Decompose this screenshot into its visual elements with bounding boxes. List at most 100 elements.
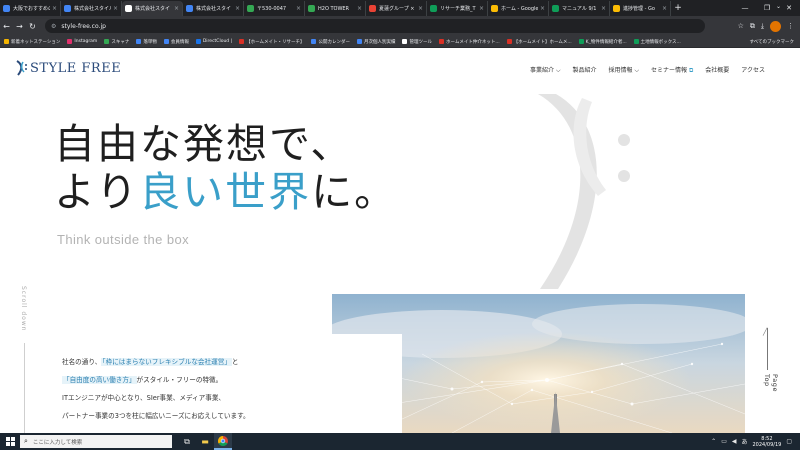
- tab-favicon-icon: [491, 5, 498, 12]
- tab-close-icon[interactable]: ×: [662, 5, 667, 12]
- bookmark-item[interactable]: 【ホームメイト】ホームメ...: [506, 39, 572, 45]
- bookmark-label: K_物件情報紹介者...: [585, 39, 627, 45]
- tab-close-icon[interactable]: ×: [113, 5, 118, 12]
- tab-close-icon[interactable]: ×: [418, 5, 423, 12]
- url-text: style-free.co.jp: [61, 22, 106, 30]
- browser-tab[interactable]: ホーム - Google ×: [488, 1, 549, 16]
- bookmark-item[interactable]: Instagram: [67, 39, 97, 44]
- bookmark-item[interactable]: 公開カレンダー: [311, 39, 350, 45]
- tab-close-icon[interactable]: ×: [357, 5, 362, 12]
- browser-tab[interactable]: 株式会社スタイ ×: [183, 1, 244, 16]
- menu-icon[interactable]: ⋮: [787, 22, 794, 30]
- browser-tab[interactable]: H2O TOWER ×: [305, 1, 366, 16]
- browser-tab[interactable]: 進捗管理 - Go ×: [610, 1, 671, 16]
- notification-icon[interactable]: ▢: [786, 438, 792, 445]
- volume-icon[interactable]: ◀: [732, 438, 737, 445]
- all-bookmarks[interactable]: すべてのブックマーク: [749, 39, 794, 45]
- bookmark-label: Instagram: [74, 39, 98, 44]
- browser-tab[interactable]: 株式会社スタイル ×: [61, 1, 122, 16]
- intro-paragraph: 社名の通り、「枠にはまらないフレキシブルな会社運営」と 「自由度の高い働き方」が…: [62, 353, 250, 425]
- bookmark-label: 管理ツール: [409, 39, 432, 45]
- nav-item-business[interactable]: 事業紹介 ⌵: [530, 65, 561, 75]
- site-logo[interactable]: STYLE FREE: [14, 60, 121, 76]
- task-view-icon[interactable]: ⧉: [178, 433, 196, 450]
- taskbar-search-box[interactable]: ⌕ ここに入力して検索: [20, 435, 172, 448]
- site-info-icon[interactable]: ⚙: [51, 23, 56, 30]
- forward-icon[interactable]: →: [13, 22, 26, 31]
- bookmark-item[interactable]: 月次個人別実績: [356, 39, 395, 45]
- bookmark-label: 会員情報: [170, 39, 189, 45]
- bookmark-item[interactable]: 新着ネットステーション: [4, 39, 60, 45]
- window-controls: — ❐ ✕: [734, 0, 800, 16]
- bookmark-item[interactable]: 土地情報ボックス...: [633, 39, 681, 45]
- tab-favicon-icon: [430, 5, 437, 12]
- profile-avatar[interactable]: [770, 20, 781, 32]
- nav-item-company[interactable]: 会社概要: [705, 65, 729, 75]
- nav-item-products[interactable]: 製品紹介: [573, 65, 597, 75]
- chrome-icon[interactable]: [214, 433, 232, 450]
- tab-close-icon[interactable]: ×: [52, 5, 57, 12]
- network-icon[interactable]: ▭: [721, 438, 727, 445]
- chevron-up-icon[interactable]: ⌃: [711, 438, 716, 445]
- maximize-icon[interactable]: ❐: [756, 0, 778, 16]
- nav-label: 事業紹介: [530, 67, 555, 74]
- extensions-icon[interactable]: ⧉: [750, 22, 755, 31]
- system-tray: ⌃ ▭ ◀ あ 8:52 2024/09/19 ▢: [711, 436, 800, 448]
- address-bar[interactable]: ⚙ style-free.co.jp: [45, 19, 705, 33]
- bookmark-item[interactable]: スキャナ: [104, 39, 129, 45]
- ime-icon[interactable]: あ: [741, 437, 747, 446]
- bookmark-item[interactable]: 落単物: [136, 39, 157, 45]
- clock[interactable]: 8:52 2024/09/19: [753, 436, 782, 448]
- nav-item-recruit[interactable]: 採用情報 ⌵: [609, 65, 640, 75]
- page-top-label: Page Top: [763, 374, 779, 393]
- file-explorer-icon[interactable]: ▬: [196, 433, 214, 450]
- tab-favicon-icon: [247, 5, 254, 12]
- bookmark-item[interactable]: 管理ツール: [402, 39, 432, 45]
- tab-close-icon[interactable]: ×: [601, 5, 606, 12]
- browser-tab[interactable]: 〒530-0047 ×: [244, 1, 305, 16]
- bookmark-label: 【ホームメイト】ホームメ...: [513, 39, 572, 45]
- nav-item-seminar[interactable]: セミナー情報 ⧉: [651, 65, 693, 75]
- background-logo-mark: [538, 94, 630, 289]
- reload-icon[interactable]: ↻: [26, 22, 39, 31]
- bookmark-label: ホームメイト仲介ネット...: [445, 39, 500, 45]
- browser-tab[interactable]: 大阪でおすすめの ×: [0, 1, 61, 16]
- intro-line-1: 社名の通り、「枠にはまらないフレキシブルな会社運営」と: [62, 353, 250, 371]
- hero-line-1: 自由な発想で、: [54, 120, 354, 168]
- bookmark-label: 新着ネットステーション: [11, 39, 61, 45]
- browser-tab[interactable]: 株式会社スタイ ×: [122, 1, 183, 16]
- bookmark-star-icon[interactable]: ☆: [738, 22, 744, 30]
- nav-item-access[interactable]: アクセス: [741, 65, 765, 75]
- tab-close-icon[interactable]: ×: [479, 5, 484, 12]
- bookmark-label: スキャナ: [111, 39, 130, 45]
- bookmark-favicon-icon: [356, 39, 362, 44]
- bookmark-item[interactable]: DirectCloud |: [195, 39, 233, 44]
- bookmark-item[interactable]: K_物件情報紹介者...: [578, 39, 627, 45]
- nav-label: 採用情報: [608, 67, 633, 74]
- bookmark-label: DirectCloud |: [202, 39, 233, 44]
- bookmark-item[interactable]: 会員情報: [163, 39, 189, 45]
- bookmark-item[interactable]: ホームメイト仲介ネット...: [438, 39, 500, 45]
- tab-close-icon[interactable]: ×: [235, 5, 240, 12]
- web-page: STYLE FREE 事業紹介 ⌵ 製品紹介 採用情報 ⌵ セミナー情報 ⧉ 会…: [0, 48, 800, 433]
- tab-close-icon[interactable]: ×: [174, 5, 179, 12]
- back-icon[interactable]: ←: [0, 22, 13, 31]
- minimize-icon[interactable]: —: [734, 0, 756, 16]
- tab-close-icon[interactable]: ×: [296, 5, 301, 12]
- tab-title: ホーム - Google: [501, 6, 538, 12]
- windows-start-icon[interactable]: [0, 433, 20, 450]
- bookmark-item[interactable]: 【ホームメイト・リサーチ】: [239, 39, 304, 45]
- close-icon[interactable]: ✕: [778, 0, 800, 16]
- browser-tab[interactable]: リサーチ業務_T ×: [427, 1, 488, 16]
- global-nav: 事業紹介 ⌵ 製品紹介 採用情報 ⌵ セミナー情報 ⧉ 会社概要 アクセス: [530, 65, 765, 75]
- browser-tab[interactable]: 夏蓮グループ × ×: [366, 1, 427, 16]
- nav-label: アクセス: [741, 67, 765, 74]
- downloads-icon[interactable]: ⤓: [761, 22, 764, 31]
- hero-line-2: より良い世界に。: [54, 168, 397, 216]
- tab-favicon-icon: [186, 5, 193, 12]
- new-tab-button[interactable]: +: [671, 1, 685, 16]
- browser-tab[interactable]: マニュアル 9/1 ×: [549, 1, 610, 16]
- bookmark-favicon-icon: [104, 39, 110, 44]
- tab-title: 夏蓮グループ ×: [379, 6, 415, 12]
- tab-close-icon[interactable]: ×: [540, 5, 545, 12]
